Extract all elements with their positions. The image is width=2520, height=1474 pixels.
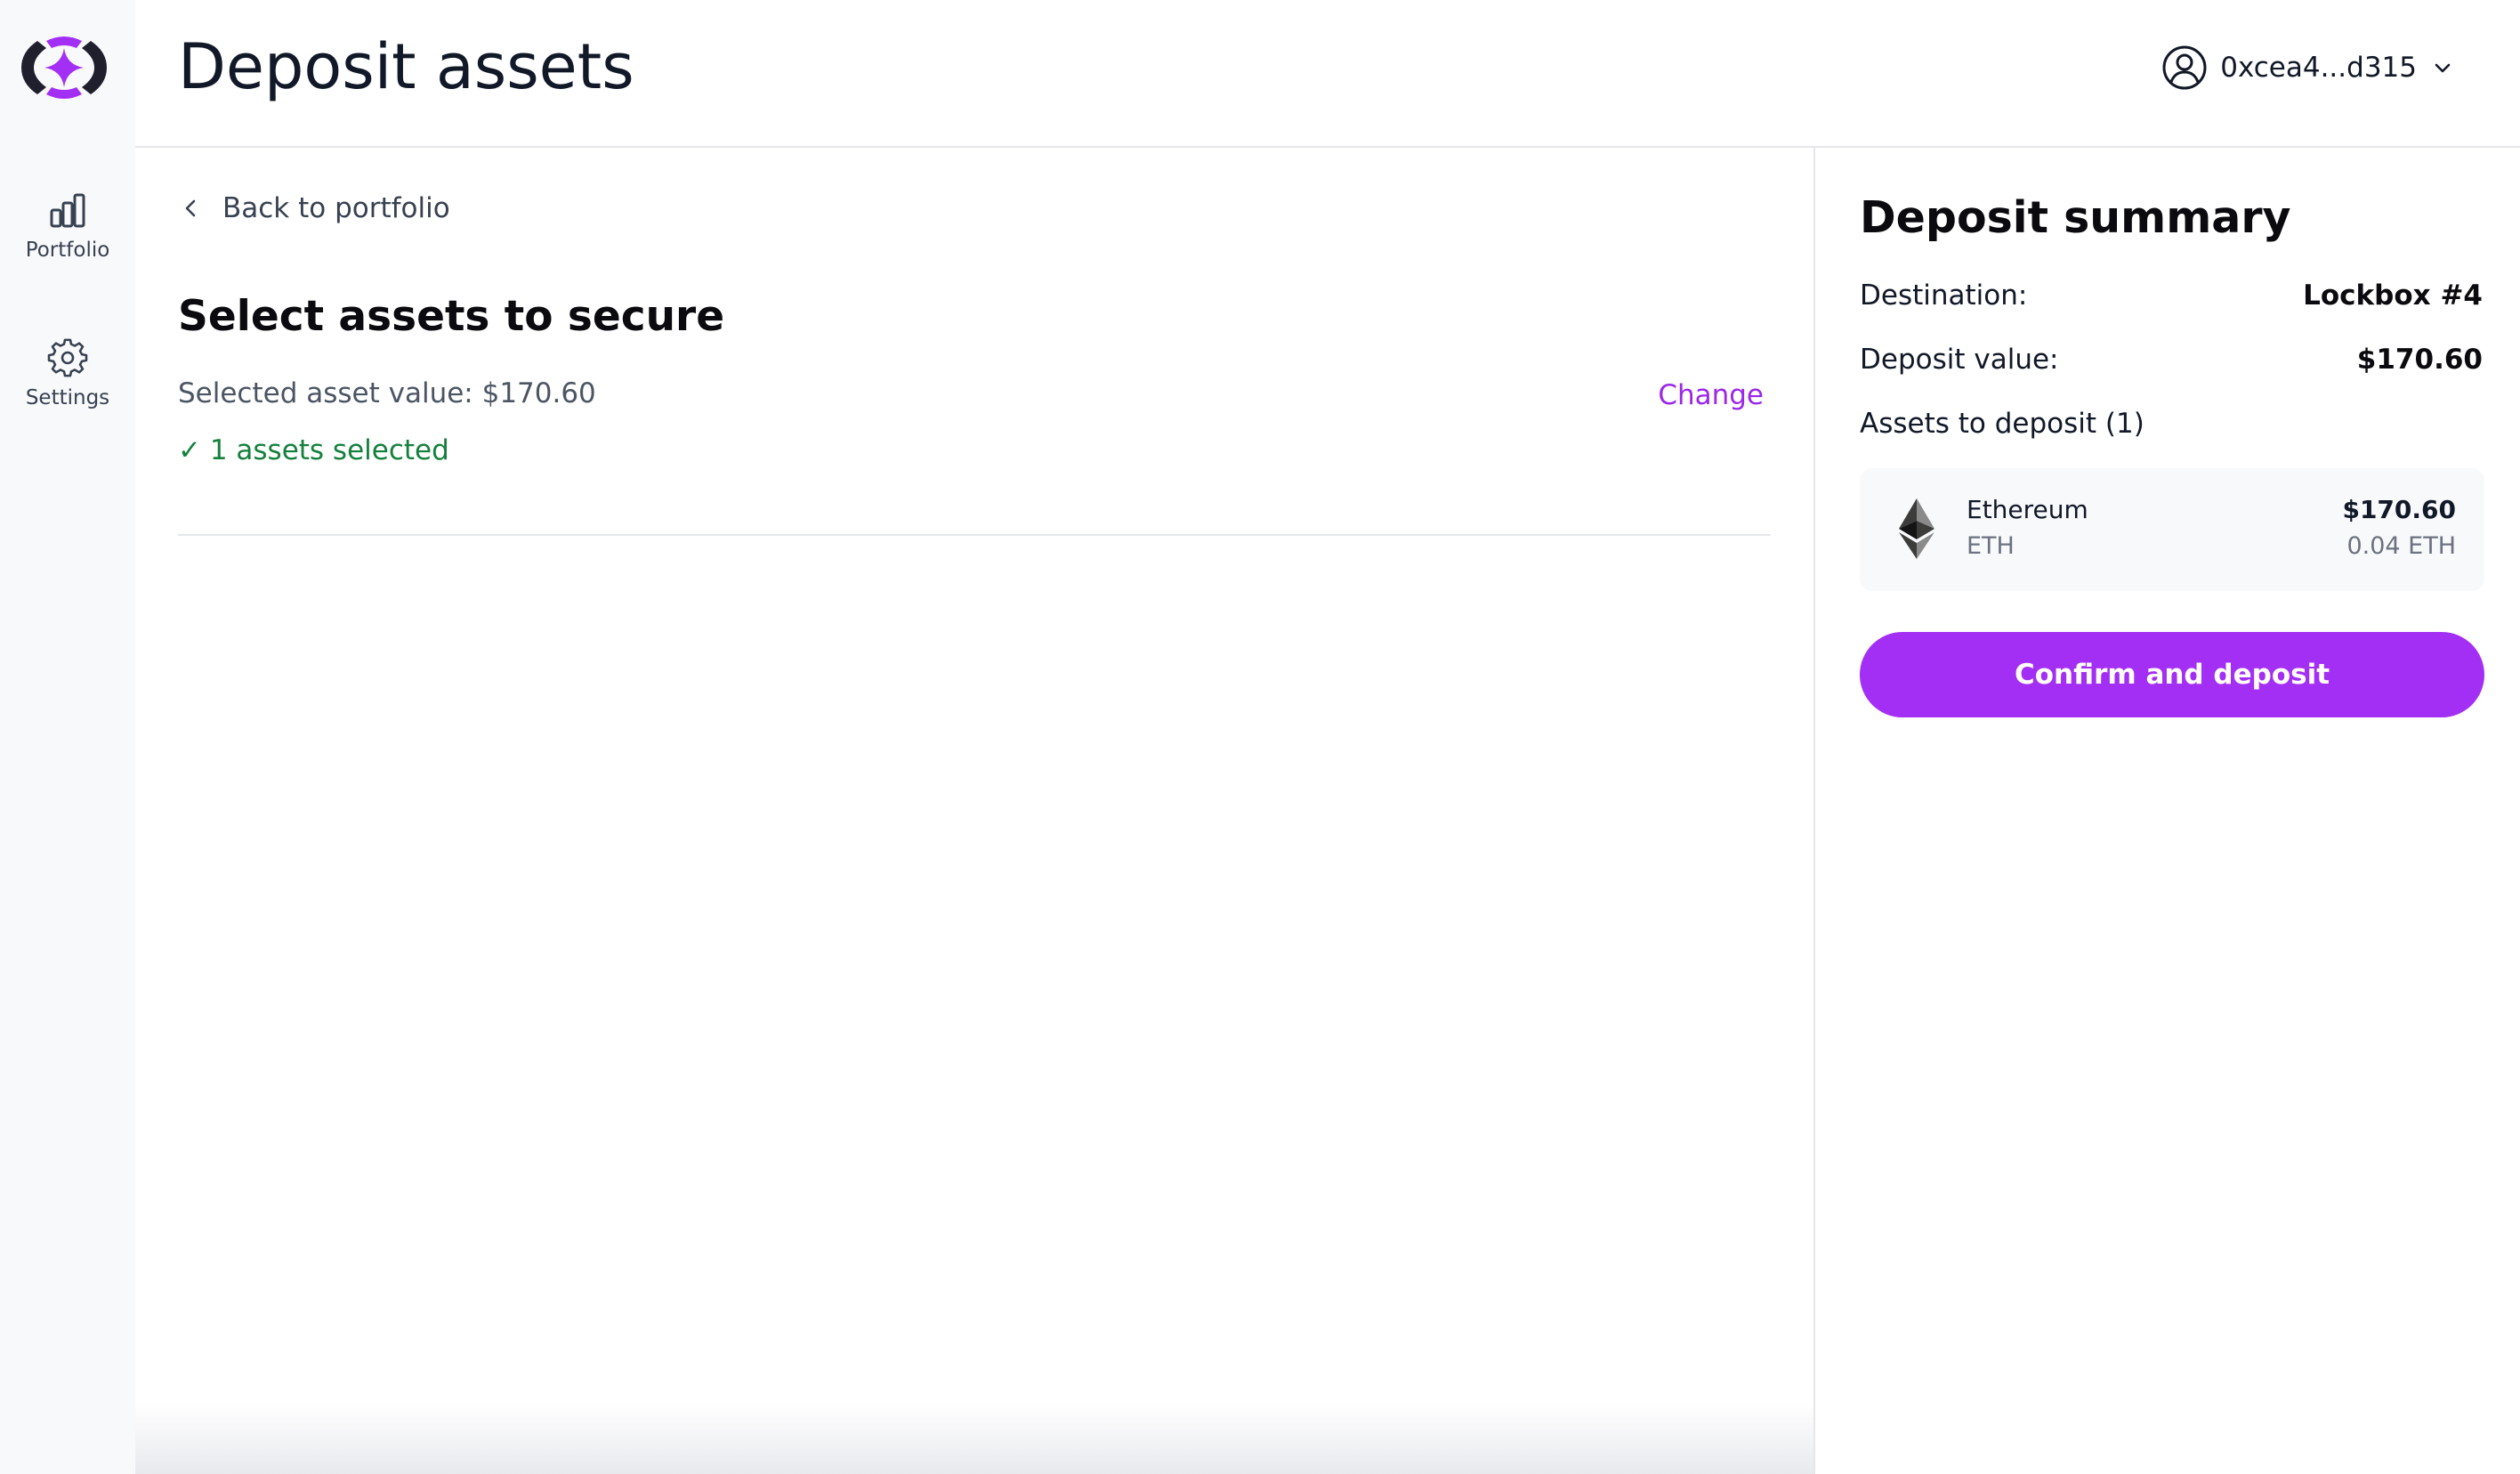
sidebar-item-label: Settings	[25, 386, 110, 409]
brand-logo-icon[interactable]	[20, 32, 109, 103]
section-title: Select assets to secure	[178, 292, 725, 341]
asset-card: Ethereum ETH $170.60 0.04 ETH	[1860, 468, 2484, 591]
selected-asset-value: Selected asset value: $170.60	[178, 377, 596, 409]
header: Deposit assets 0xcea4...d315	[135, 0, 2520, 148]
change-button[interactable]: Change	[1658, 379, 1764, 411]
user-circle-icon	[2162, 45, 2207, 90]
chevron-left-icon	[185, 199, 196, 217]
page-title: Deposit assets	[178, 30, 634, 103]
back-to-portfolio-link[interactable]: Back to portfolio	[178, 192, 450, 224]
deposit-value: $170.60	[2356, 344, 2483, 376]
gear-icon	[47, 338, 88, 377]
back-link-label: Back to portfolio	[222, 192, 450, 224]
sidebar-item-portfolio[interactable]: Portfolio	[0, 190, 135, 288]
bar-chart-icon	[50, 193, 85, 228]
bottom-shade	[135, 1403, 1813, 1474]
deposit-summary-panel: Deposit summary Destination: Lockbox #4 …	[1813, 148, 2520, 1474]
destination-label: Destination:	[1860, 279, 2028, 312]
assets-to-deposit-label: Assets to deposit (1)	[1860, 408, 2144, 440]
account-menu[interactable]: 0xcea4...d315	[2161, 43, 2456, 93]
asset-amount: 0.04 ETH	[2346, 532, 2456, 560]
chevron-down-icon	[2435, 63, 2451, 73]
destination-value: Lockbox #4	[2303, 279, 2483, 312]
ethereum-icon	[1899, 498, 1934, 559]
asset-symbol: ETH	[1967, 532, 2015, 560]
divider	[178, 534, 1771, 536]
account-address: 0xcea4...d315	[2220, 52, 2417, 84]
asset-name: Ethereum	[1967, 495, 2088, 524]
asset-usd-value: $170.60	[2342, 495, 2456, 524]
sidebar-item-label: Portfolio	[25, 239, 110, 262]
assets-selected-status: ✓ 1 assets selected	[178, 434, 449, 466]
sidebar: Portfolio Settings	[0, 0, 135, 1474]
deposit-value-label: Deposit value:	[1860, 344, 2059, 376]
sidebar-item-settings[interactable]: Settings	[0, 338, 135, 436]
confirm-and-deposit-button[interactable]: Confirm and deposit	[1860, 632, 2484, 717]
main-panel: Back to portfolio Select assets to secur…	[135, 148, 1813, 1474]
summary-title: Deposit summary	[1860, 192, 2291, 243]
